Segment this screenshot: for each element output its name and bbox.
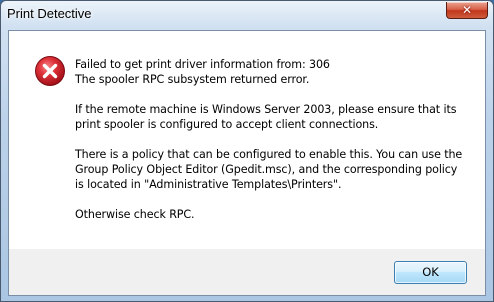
message-paragraph: There is a policy that can be configured… [75,147,475,192]
message-line: print spooler is configured to accept cl… [75,118,379,131]
message-line: Group Policy Object Editor (Gpedit.msc),… [75,163,458,176]
message-line: If the remote machine is Windows Server … [75,103,457,116]
close-icon: ✕ [461,2,473,17]
ok-button[interactable]: OK [394,261,467,284]
message-paragraph: Failed to get print driver information f… [75,57,475,87]
dialog-window: Print Detective ✕ Failed to get print dr… [0,0,494,302]
message-line: is located in "Administrative Templates\… [75,178,342,191]
message-line: There is a policy that can be configured… [75,148,463,161]
dialog-client-area: Failed to get print driver information f… [8,30,486,296]
message-line: Failed to get print driver information f… [75,58,330,71]
window-title: Print Detective [7,6,92,21]
message-line: The spooler RPC subsystem returned error… [75,73,310,86]
message-paragraph: Otherwise check RPC. [75,207,475,222]
message-area: Failed to get print driver information f… [9,31,485,249]
title-bar[interactable]: Print Detective ✕ [1,1,493,29]
message-line: Otherwise check RPC. [75,208,195,221]
error-icon [35,56,65,86]
message-paragraph: If the remote machine is Windows Server … [75,102,475,132]
close-button[interactable]: ✕ [446,2,488,19]
error-message: Failed to get print driver information f… [75,57,475,222]
